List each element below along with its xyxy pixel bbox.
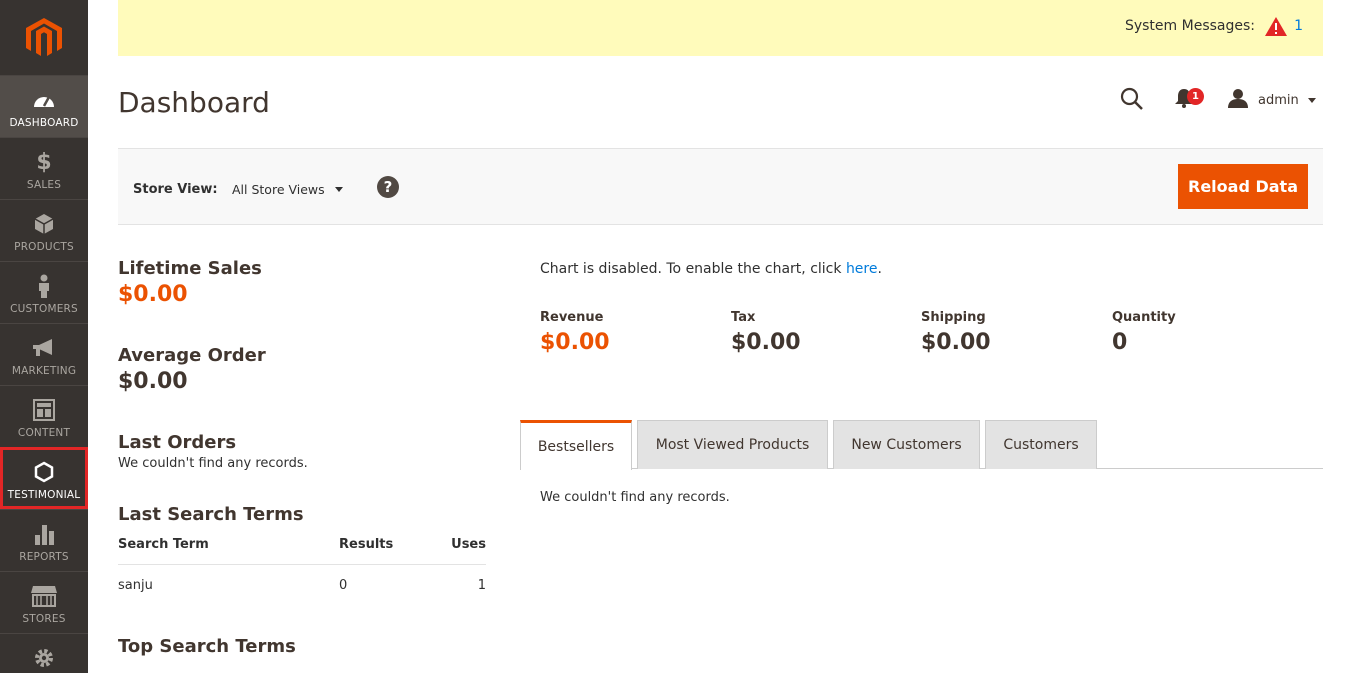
warning-icon[interactable] (1265, 17, 1287, 40)
layout-icon (33, 397, 55, 423)
dollar-icon: $ (36, 149, 52, 175)
store-view-select[interactable]: All Store Views (232, 182, 343, 197)
sidebar-item-label: REPORTS (19, 551, 69, 563)
sidebar-item-testimonial[interactable]: TESTIMONIAL (0, 447, 88, 509)
system-messages-count[interactable]: 1 (1294, 18, 1303, 34)
system-messages-label: System Messages: (1124, 18, 1255, 34)
sidebar-item-label: CONTENT (17, 427, 71, 439)
sidebar-item-sales[interactable]: $ SALES (0, 137, 88, 199)
store-icon (31, 583, 57, 609)
results-cell: 0 (339, 577, 348, 593)
lifetime-sales-value: $0.00 (118, 282, 188, 307)
column-header[interactable]: Results (339, 537, 419, 552)
revenue-label: Revenue (540, 310, 604, 325)
shipping-value: $0.00 (921, 330, 991, 355)
user-menu[interactable]: admin (1228, 88, 1316, 112)
search-icon[interactable] (1120, 87, 1144, 115)
sidebar-item-label: DASHBOARD (9, 117, 79, 129)
column-header[interactable]: Search Term (118, 537, 339, 552)
search-term-cell: sanju (118, 577, 153, 593)
shipping-label: Shipping (921, 310, 986, 325)
tab-new-customers[interactable]: New Customers (833, 420, 980, 469)
sidebar-item-label: TESTIMONIAL (7, 489, 81, 501)
enable-chart-link[interactable]: here (846, 261, 878, 277)
lifetime-sales-label: Lifetime Sales (118, 258, 262, 279)
sidebar-item-customers[interactable]: CUSTOMERS (0, 261, 88, 323)
reload-data-button[interactable]: Reload Data (1178, 164, 1308, 209)
person-icon (37, 273, 51, 299)
sidebar-item-label: SALES (26, 179, 62, 191)
sidebar-item-label: CUSTOMERS (10, 303, 78, 315)
admin-sidebar: DASHBOARD $ SALES PRODUCTS CUSTOMERS MAR… (0, 0, 88, 673)
notification-badge[interactable]: 1 (1187, 88, 1204, 105)
cube-icon (34, 211, 54, 237)
store-view-bar: Store View: All Store Views ? Reload Dat… (118, 148, 1323, 225)
page-title: Dashboard (118, 86, 270, 119)
column-header[interactable]: Uses (419, 537, 486, 552)
quantity-label: Quantity (1112, 310, 1176, 325)
table-row[interactable]: sanju 0 1 (118, 565, 486, 605)
sidebar-item-system[interactable] (0, 633, 88, 673)
tax-value: $0.00 (731, 330, 801, 355)
store-view-selected: All Store Views (232, 182, 325, 197)
revenue-value: $0.00 (540, 330, 610, 355)
sidebar-item-label: PRODUCTS (14, 241, 74, 253)
last-orders-label: Last Orders (118, 432, 237, 453)
dashboard-tabs: Bestsellers Most Viewed Products New Cus… (520, 420, 1323, 470)
sidebar-item-label: MARKETING (11, 365, 77, 377)
tab-customers[interactable]: Customers (985, 420, 1097, 469)
last-search-terms-table: Search Term Results Uses sanju 0 1 (118, 537, 486, 605)
uses-cell: 1 (477, 577, 486, 593)
hexagon-icon (34, 459, 54, 485)
table-header: Search Term Results Uses (118, 537, 486, 565)
sidebar-item-content[interactable]: CONTENT (0, 385, 88, 447)
average-order-value: $0.00 (118, 369, 188, 394)
quantity-value: 0 (1112, 330, 1128, 355)
gear-icon (33, 645, 55, 671)
sidebar-item-reports[interactable]: REPORTS (0, 509, 88, 571)
last-orders-empty: We couldn't find any records. (118, 456, 308, 471)
sidebar-item-marketing[interactable]: MARKETING (0, 323, 88, 385)
tab-bestsellers[interactable]: Bestsellers (520, 420, 632, 470)
sidebar-item-dashboard[interactable]: DASHBOARD (0, 75, 88, 137)
user-icon (1228, 88, 1248, 112)
chart-disabled-message: Chart is disabled. To enable the chart, … (540, 261, 882, 277)
store-view-label: Store View: (133, 182, 218, 197)
last-search-terms-title: Last Search Terms (118, 504, 304, 525)
top-search-terms-title: Top Search Terms (118, 636, 296, 657)
chart-message-text: Chart is disabled. To enable the chart, … (540, 261, 846, 277)
megaphone-icon (32, 335, 56, 361)
sidebar-item-stores[interactable]: STORES (0, 571, 88, 633)
sidebar-item-label: STORES (22, 613, 66, 625)
tax-label: Tax (731, 310, 756, 325)
bar-chart-icon (34, 521, 54, 547)
user-name: admin (1258, 92, 1299, 108)
chart-message-suffix: . (877, 261, 882, 277)
system-messages-bar: System Messages: 1 (118, 0, 1323, 56)
help-icon[interactable]: ? (377, 176, 399, 198)
dashboard-icon (32, 87, 56, 113)
chevron-down-icon (1307, 97, 1316, 103)
sidebar-item-products[interactable]: PRODUCTS (0, 199, 88, 261)
tab-empty-message: We couldn't find any records. (540, 490, 730, 505)
tab-most-viewed-products[interactable]: Most Viewed Products (637, 420, 828, 469)
average-order-label: Average Order (118, 345, 266, 366)
magento-logo-icon[interactable] (0, 0, 88, 75)
chevron-down-icon (334, 187, 343, 192)
